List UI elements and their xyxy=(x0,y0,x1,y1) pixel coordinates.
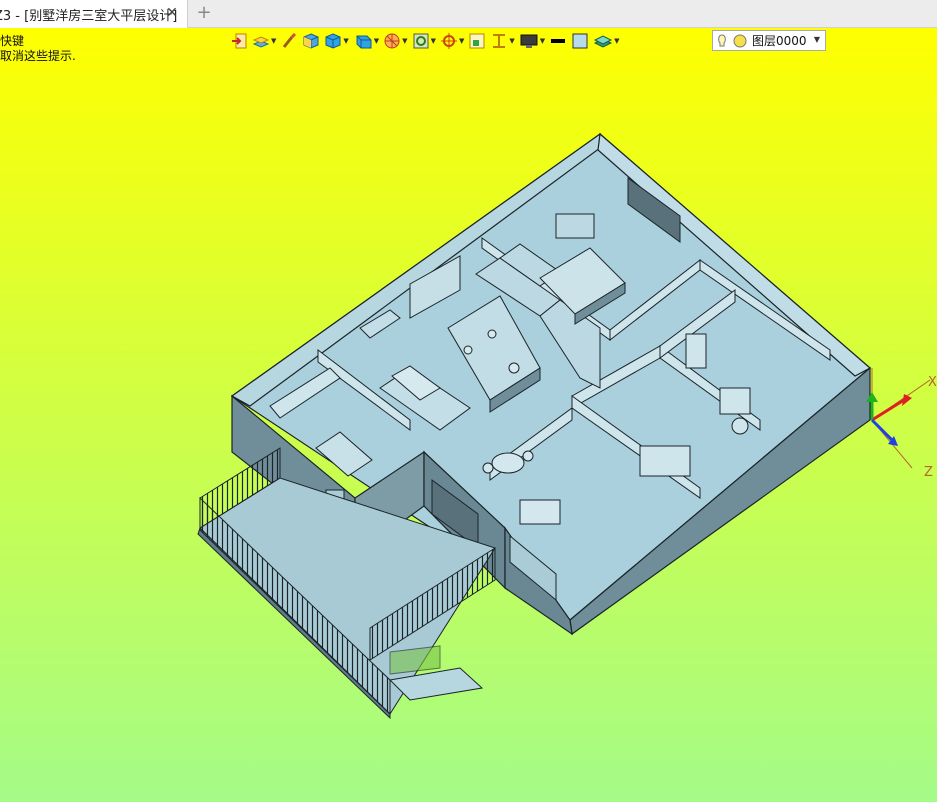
cad-app-window: Z3 - [别墅洋房三室大平层设计] ✕ + 快键 取消这些提示. ▼ ▼ ▼ … xyxy=(0,0,937,802)
x-axis-label: X xyxy=(928,375,937,390)
z-axis-arrow xyxy=(870,418,894,442)
document-tab-bar: Z3 - [别墅洋房三室大平层设计] ✕ + xyxy=(0,0,937,28)
x-axis-arrow xyxy=(871,398,905,422)
close-icon[interactable]: ✕ xyxy=(165,6,179,20)
z-axis-label: Z xyxy=(924,465,933,480)
document-tab[interactable]: Z3 - [别墅洋房三室大平层设计] ✕ xyxy=(0,0,188,28)
3d-viewport[interactable]: 快键 取消这些提示. ▼ ▼ ▼ ▼ ▼ ▼ ▼ ▼ ▼ 图层0000 ▼ X … xyxy=(0,28,937,802)
new-tab-plus-icon[interactable]: + xyxy=(196,4,212,22)
document-tab-title: Z3 - [别墅洋房三室大平层设计] xyxy=(0,8,178,24)
house-3d-model[interactable]: X Z xyxy=(0,28,937,802)
axis-triad: X Z xyxy=(866,368,937,480)
